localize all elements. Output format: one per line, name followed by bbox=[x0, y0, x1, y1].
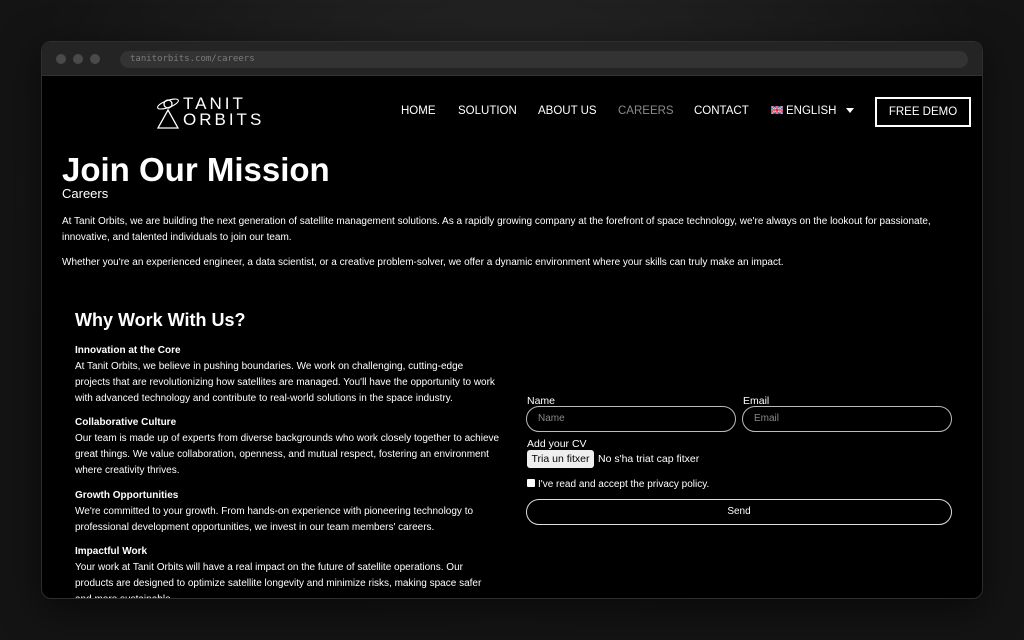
why-work-with-us-heading: Why Work With Us? bbox=[75, 310, 246, 330]
uk-flag-icon bbox=[770, 105, 784, 115]
free-demo-button[interactable]: FREE DEMO bbox=[875, 97, 971, 127]
nav-contact[interactable]: CONTACT bbox=[694, 105, 749, 117]
intro-paragraph-2: Whether you're an experienced engineer, … bbox=[62, 257, 784, 268]
section-text-growth: We're committed to your growth. From han… bbox=[75, 506, 474, 533]
address-bar[interactable]: tanitorbits.com/careers bbox=[120, 51, 968, 68]
section-heading-growth: Growth Opportunities bbox=[75, 490, 179, 501]
send-button[interactable]: Send bbox=[526, 499, 952, 525]
section-heading-innovation: Innovation at the Core bbox=[75, 345, 181, 356]
email-input[interactable]: Email bbox=[742, 406, 952, 432]
browser-titlebar: tanitorbits.com/careers bbox=[42, 42, 982, 76]
minimize-window-dot[interactable] bbox=[73, 54, 83, 64]
caret-down-icon bbox=[845, 108, 854, 113]
browser-window: tanitorbits.com/careers TANIT ORBITS HOM… bbox=[41, 41, 983, 599]
section-text-innovation: At Tanit Orbits, we believe in pushing b… bbox=[75, 361, 495, 404]
choose-file-button[interactable]: Tria un fitxer bbox=[527, 450, 594, 468]
section-heading-impact: Impactful Work bbox=[75, 546, 148, 557]
logo-line-orbits: ORBITS bbox=[183, 110, 265, 129]
section-heading-collaborative: Collaborative Culture bbox=[75, 417, 177, 428]
privacy-checkbox[interactable] bbox=[527, 479, 535, 487]
nav-solution[interactable]: SOLUTION bbox=[458, 105, 517, 117]
nav-careers[interactable]: CAREERS bbox=[618, 105, 674, 117]
intro-paragraph-1: At Tanit Orbits, we are building the nex… bbox=[62, 216, 931, 243]
name-input[interactable]: Name bbox=[526, 406, 736, 432]
cv-label: Add your CV bbox=[527, 438, 587, 450]
logo-wordmark: TANIT ORBITS bbox=[183, 95, 265, 129]
nav-home[interactable]: HOME bbox=[401, 105, 436, 117]
page-title: Join Our Mission bbox=[62, 151, 330, 188]
site-header: TANIT ORBITS HOME SOLUTION ABOUT US CARE… bbox=[42, 76, 982, 150]
maximize-window-dot[interactable] bbox=[90, 54, 100, 64]
page-subtitle: Careers bbox=[62, 186, 109, 201]
tanit-orbits-logo[interactable]: TANIT ORBITS bbox=[155, 95, 261, 130]
section-text-impact: Your work at Tanit Orbits will have a re… bbox=[75, 562, 482, 598]
privacy-label[interactable]: I've read and accept the privacy policy. bbox=[538, 479, 709, 490]
language-label: ENGLISH bbox=[786, 105, 837, 117]
section-text-collaborative: Our team is made up of experts from dive… bbox=[75, 433, 500, 476]
close-window-dot[interactable] bbox=[56, 54, 66, 64]
satellite-logo-icon bbox=[156, 98, 180, 129]
nav-about-us[interactable]: ABOUT US bbox=[538, 105, 597, 117]
language-selector[interactable]: ENGLISH bbox=[770, 105, 854, 117]
file-status-text: No s'ha triat cap fitxer bbox=[598, 453, 700, 465]
